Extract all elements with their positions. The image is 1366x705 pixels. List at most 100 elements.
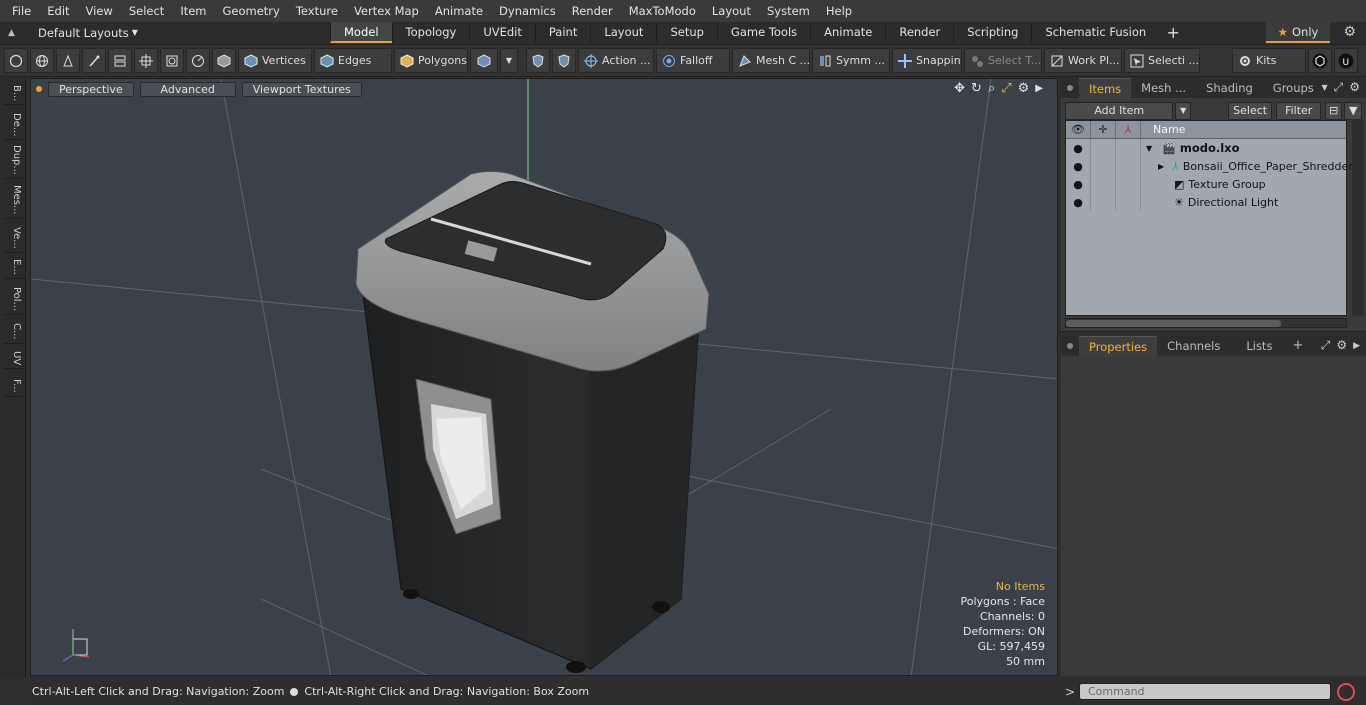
tab-animate[interactable]: Animate	[810, 22, 885, 43]
pen-button[interactable]	[56, 48, 80, 73]
left-tab-uv[interactable]: UV	[4, 348, 22, 370]
mesh-constraint-button[interactable]: Mesh C ...	[732, 48, 810, 73]
eye-icon[interactable]: ●	[1066, 193, 1091, 211]
tab-model[interactable]: Model	[330, 22, 392, 43]
record-macro-icon[interactable]	[1337, 682, 1355, 701]
left-tab-vertex[interactable]: Ve...	[4, 224, 22, 253]
menu-animate[interactable]: Animate	[427, 0, 491, 22]
left-tab-duplicate[interactable]: Dup...	[4, 142, 22, 179]
menu-maxtomodo[interactable]: MaxToModo	[621, 0, 704, 22]
snap-square-button[interactable]	[160, 48, 184, 73]
tab-properties[interactable]: Properties	[1079, 335, 1158, 357]
viewport-menu-dot[interactable]	[36, 86, 42, 92]
left-tab-mesh-edit[interactable]: Mes...	[4, 182, 22, 219]
menu-system[interactable]: System	[759, 0, 818, 22]
lock-column-icon[interactable]: ✛	[1091, 121, 1116, 138]
menu-vertex-map[interactable]: Vertex Map	[346, 0, 427, 22]
layout-collapse-icon[interactable]: ▲	[8, 28, 22, 38]
left-tab-fusion[interactable]: F...	[4, 376, 22, 397]
edges-button[interactable]: Edges	[314, 48, 392, 73]
maximize-icon[interactable]: ⤢	[1001, 81, 1011, 97]
menu-texture[interactable]: Texture	[288, 0, 346, 22]
symmetry-y-button[interactable]	[552, 48, 576, 73]
select-circle-button[interactable]	[4, 48, 28, 73]
tab-channels[interactable]: Channels	[1157, 336, 1230, 356]
menu-edit[interactable]: Edit	[39, 0, 77, 22]
polygons-button[interactable]: Polygons	[394, 48, 468, 73]
layout-selector[interactable]: ▲ Default Layouts ▼	[0, 26, 330, 40]
tab-uvedit[interactable]: UVEdit	[469, 22, 535, 43]
left-tab-basic[interactable]: B...	[4, 82, 22, 106]
eye-icon[interactable]: ●	[1066, 139, 1091, 157]
tab-render[interactable]: Render	[885, 22, 953, 43]
falloff-button[interactable]: Falloff	[656, 48, 730, 73]
command-input[interactable]: Command	[1079, 683, 1331, 700]
tree-row-directional-light[interactable]: ● ☀ Directional Light	[1066, 193, 1346, 211]
panel-menu-dot[interactable]	[1067, 85, 1073, 91]
name-column-header[interactable]: Name	[1141, 121, 1185, 138]
vertices-button[interactable]: Vertices	[238, 48, 312, 73]
viewport-scene[interactable]	[31, 79, 1058, 676]
add-panel-tab-button[interactable]: +	[1282, 336, 1313, 356]
tree-row-texture-group[interactable]: ● ◩ Texture Group	[1066, 175, 1346, 193]
material-mode-button[interactable]	[470, 48, 498, 73]
unreal-button[interactable]: U	[1334, 48, 1358, 73]
tab-layout[interactable]: Layout	[590, 22, 656, 43]
tab-groups[interactable]: Groups	[1263, 78, 1324, 98]
menu-select[interactable]: Select	[121, 0, 172, 22]
symmetry-x-button[interactable]	[526, 48, 550, 73]
action-center-button[interactable]: Action ...	[578, 48, 654, 73]
add-tab-button[interactable]: +	[1159, 22, 1187, 43]
tab-topology[interactable]: Topology	[391, 22, 470, 43]
tree-vertical-scrollbar[interactable]	[1352, 120, 1364, 316]
eye-icon[interactable]: ●	[1066, 175, 1091, 193]
viewport-textures-button[interactable]: Viewport Textures	[241, 81, 362, 97]
selection-sets-button[interactable]: Selecti ...	[1124, 48, 1200, 73]
shading-mode-button[interactable]: Advanced	[139, 81, 236, 97]
tab-shading[interactable]: Shading	[1196, 78, 1263, 98]
left-tab-polygon[interactable]: Pol...	[4, 284, 22, 316]
mode-dropdown[interactable]: ▼	[500, 48, 518, 73]
tab-items[interactable]: Items	[1079, 77, 1132, 99]
tab-setup[interactable]: Setup	[656, 22, 716, 43]
tab-scripting[interactable]: Scripting	[953, 22, 1031, 43]
align-button[interactable]	[108, 48, 132, 73]
chevron-down-icon[interactable]: ▼	[1321, 80, 1327, 96]
select-button[interactable]: Select	[1227, 102, 1273, 120]
item-mode-button[interactable]	[212, 48, 236, 73]
tab-mesh[interactable]: Mesh ...	[1131, 78, 1196, 98]
left-tab-deform[interactable]: De...	[4, 110, 22, 141]
menu-file[interactable]: File	[4, 0, 39, 22]
transform-button[interactable]	[134, 48, 158, 73]
viewport-gear-icon[interactable]: ⚙	[1018, 81, 1030, 97]
expand-triangle-icon[interactable]: ▶	[1158, 162, 1164, 171]
work-plane-button[interactable]: Work Pl...	[1044, 48, 1122, 73]
expand-icon[interactable]: ⤢	[1321, 338, 1331, 354]
zoom-icon[interactable]: ⌕	[988, 81, 995, 97]
add-item-button[interactable]: Add Item	[1065, 102, 1174, 120]
brush-button[interactable]	[82, 48, 106, 73]
tree-row-mesh[interactable]: ● ▶ ⅄ Bonsaii_Office_Paper_Shredder	[1066, 157, 1353, 175]
menu-help[interactable]: Help	[818, 0, 860, 22]
kits-button[interactable]: Kits	[1232, 48, 1306, 73]
command-history-chevron-icon[interactable]: >	[1061, 685, 1079, 699]
left-tab-curve[interactable]: C...	[4, 320, 22, 344]
menu-item[interactable]: Item	[172, 0, 214, 22]
select-through-button[interactable]: Select T...	[964, 48, 1042, 73]
menu-dynamics[interactable]: Dynamics	[491, 0, 564, 22]
left-tab-edge[interactable]: E...	[4, 256, 22, 279]
expand-icon[interactable]: ⤢	[1334, 80, 1344, 96]
snapping-button[interactable]: Snapping	[892, 48, 962, 73]
filter-funnel-icon[interactable]: ▼	[1344, 102, 1362, 120]
pie-button[interactable]	[186, 48, 210, 73]
menu-render[interactable]: Render	[564, 0, 621, 22]
tab-paint[interactable]: Paint	[534, 22, 590, 43]
rotate-icon[interactable]: ↻	[971, 81, 982, 97]
pan-icon[interactable]: ✥	[954, 81, 965, 97]
gear-icon[interactable]: ⚙	[1343, 24, 1356, 40]
panel-gear-icon[interactable]: ⚙	[1349, 80, 1360, 96]
filter-button[interactable]: Filter	[1276, 102, 1321, 120]
view-type-button[interactable]: Perspective	[48, 81, 134, 97]
paper-shredder-model[interactable]	[355, 171, 710, 674]
tab-lists[interactable]: Lists	[1236, 336, 1282, 356]
